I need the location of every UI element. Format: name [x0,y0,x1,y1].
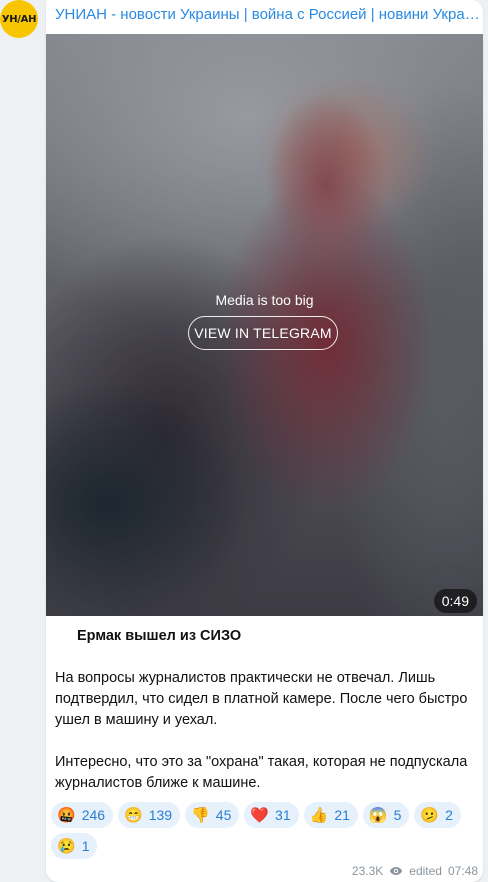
channel-avatar[interactable]: УН/АН [0,0,38,38]
reaction-heart[interactable]: ❤️ 31 [244,802,299,828]
message-time: 07:48 [447,864,478,878]
avatar-logo-text: УН/АН [1,13,37,25]
reactions-bar: 🤬 246 😁 139 👎 45 ❤️ 31 👍 21 😱 5 🫤 2 😢 1 [51,802,481,859]
video-preview[interactable]: Media is too big VIEW IN TELEGRAM 0:49 [46,34,483,616]
post-paragraph-1: На вопросы журналистов практически не от… [55,670,468,728]
reaction-count: 139 [148,807,173,823]
reaction-count: 5 [393,807,402,823]
view-count: 23.3K [351,864,384,878]
reaction-scream[interactable]: 😱 5 [362,802,410,828]
crying-face-icon: 😢 [57,837,76,855]
grinning-face-icon: 😁 [124,806,143,824]
reaction-count: 21 [334,807,350,823]
thumbs-up-icon: 👍 [309,806,329,824]
reaction-angry[interactable]: 🤬 246 [51,802,114,828]
reaction-count: 246 [81,807,106,823]
post-paragraph-2: Интересно, что это за "охрана" такая, ко… [55,754,468,791]
angry-face-icon: 🤬 [57,806,76,824]
thumbs-down-icon: 👎 [191,806,210,824]
reaction-diagonal-mouth[interactable]: 🫤 2 [414,802,461,828]
channel-name[interactable]: УНИАН - новости Украины | война с Россие… [55,6,480,23]
post-title: Ермак вышел из СИЗО [77,628,242,644]
reaction-count: 1 [81,838,90,854]
media-too-big-notice: Media is too big [215,292,314,308]
post-text: Ермак вышел из СИЗО На вопросы журналист… [55,626,475,794]
view-in-telegram-button[interactable]: VIEW IN TELEGRAM [188,316,338,350]
edited-label: edited [409,864,442,878]
reaction-crying[interactable]: 😢 1 [51,833,98,859]
reaction-grin[interactable]: 😁 139 [118,802,181,828]
video-duration-badge: 0:49 [433,589,477,613]
reaction-count: 31 [275,807,291,823]
message-footer: 23.3K edited 07:48 [352,864,478,878]
reaction-count: 45 [215,807,232,823]
heart-icon: ❤️ [250,806,270,824]
reaction-count: 2 [445,807,453,823]
reaction-thumbs-up[interactable]: 👍 21 [303,802,358,828]
reaction-thumbs-down[interactable]: 👎 45 [185,802,240,828]
diagonal-mouth-face-icon: 🫤 [420,806,440,824]
screaming-face-icon: 😱 [368,806,388,824]
eye-icon [389,866,403,876]
